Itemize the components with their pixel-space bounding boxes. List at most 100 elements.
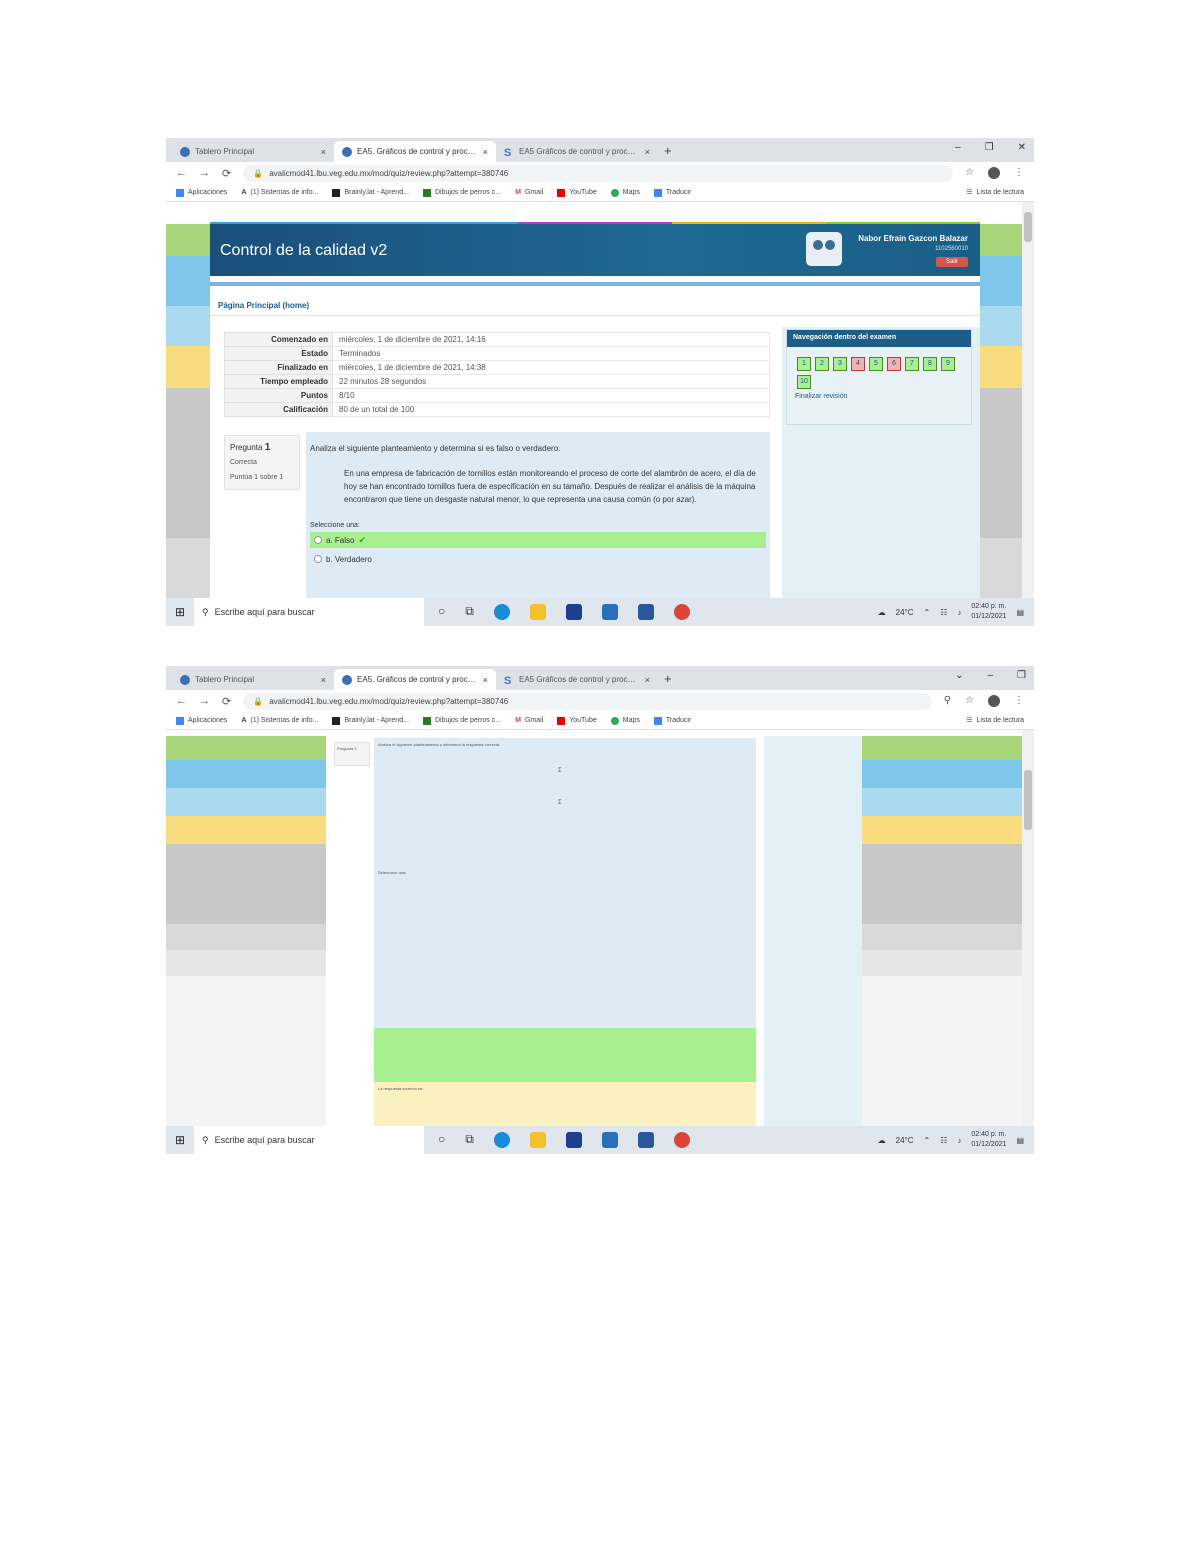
mail-icon[interactable] [601, 1132, 618, 1148]
radio-button[interactable] [314, 536, 322, 544]
network-icon[interactable]: ☷ [940, 608, 947, 617]
clock[interactable]: 02:40 p. m. 01/12/2021 [971, 602, 1006, 622]
tab-quiz-review[interactable]: EA5. Gráficos de control y proceso × [334, 669, 496, 690]
bookmark-gmail[interactable]: M Gmail [515, 717, 543, 724]
quiz-nav-button[interactable]: 3 [833, 357, 847, 371]
quiz-nav-button[interactable]: 5 [869, 357, 883, 371]
new-tab-button[interactable]: + [658, 671, 678, 690]
temperature[interactable]: 24°C [896, 608, 914, 617]
menu-icon[interactable]: ⋮ [1014, 695, 1024, 707]
zoom-icon[interactable]: ⚲ [944, 695, 951, 707]
edge-icon[interactable] [493, 604, 510, 620]
quiz-nav-button[interactable]: 6 [887, 357, 901, 371]
task-view-icon[interactable]: ⧉ [465, 604, 474, 620]
bookmark-translate[interactable]: Traducir [653, 188, 691, 197]
notifications-icon[interactable]: ▤ [1016, 608, 1024, 617]
bookmark-apps[interactable]: Aplicaciones [176, 716, 227, 725]
minimize-icon[interactable]: – [955, 142, 961, 153]
reading-list[interactable]: ☰ Lista de lectura [966, 716, 1024, 725]
quiz-nav-button[interactable]: 9 [941, 357, 955, 371]
quiz-nav-button[interactable]: 4 [851, 357, 865, 371]
close-icon[interactable]: × [645, 147, 650, 157]
taskbar-search[interactable]: ⚲ Escribe aquí para buscar [194, 598, 424, 626]
tab-dashboard[interactable]: Tablero Principal × [172, 141, 334, 162]
notifications-icon[interactable]: ▤ [1016, 1136, 1024, 1145]
close-icon[interactable]: × [321, 675, 326, 685]
volume-icon[interactable]: ♪ [957, 1136, 961, 1145]
weather-icon[interactable]: ☁ [878, 608, 886, 617]
weather-icon[interactable]: ☁ [878, 1136, 886, 1145]
bookmark-dibujos[interactable]: Dibujos de perros c... [422, 716, 501, 725]
file-explorer-icon[interactable] [529, 604, 546, 620]
menu-icon[interactable]: ⋮ [1014, 167, 1024, 179]
bookmark-gmail[interactable]: M Gmail [515, 189, 543, 196]
edge-icon[interactable] [493, 1132, 510, 1148]
page-scrollbar[interactable] [1022, 202, 1034, 598]
finish-review-link[interactable]: Finalizar revisión [787, 389, 971, 404]
scrollbar-thumb[interactable] [1024, 770, 1032, 830]
task-view-icon[interactable]: ⧉ [465, 1132, 474, 1148]
scrollbar-thumb[interactable] [1024, 212, 1032, 242]
quiz-nav-button[interactable]: 2 [815, 357, 829, 371]
logout-button[interactable]: Salir [936, 257, 968, 267]
bookmark-maps[interactable]: Maps [610, 188, 640, 197]
reading-list[interactable]: ☰ Lista de lectura [966, 188, 1024, 197]
bookmark-brainly[interactable]: Brainly.lat - Aprend... [332, 716, 409, 725]
tab-studocu[interactable]: S EA5 Gráficos de control y proceso × [496, 669, 658, 690]
tab-studocu[interactable]: S EA5 Gráficos de control y proceso × [496, 141, 658, 162]
volume-icon[interactable]: ♪ [957, 608, 961, 617]
bookmark-sistemas[interactable]: A (1) Sistemas de info... [241, 717, 318, 724]
close-icon[interactable]: × [321, 147, 326, 157]
quiz-nav-button[interactable]: 10 [797, 375, 811, 389]
back-icon[interactable]: ← [176, 695, 187, 707]
page-scrollbar[interactable] [1022, 730, 1034, 1126]
store-icon[interactable] [565, 1132, 582, 1148]
bookmark-brainly[interactable]: Brainly.lat - Aprend... [332, 188, 409, 197]
url-field[interactable]: 🔒 avalicmod41.lbu.veg.edu.mx/mod/quiz/re… [243, 692, 932, 710]
answer-option-a[interactable]: a. Falso ✔ [310, 532, 766, 548]
tray-chevron-icon[interactable]: ⌃ [924, 1136, 931, 1145]
profile-icon[interactable] [988, 167, 1000, 179]
tab-quiz-review[interactable]: EA5. Gráficos de control y proceso × [334, 141, 496, 162]
quiz-nav-button[interactable]: 1 [797, 357, 811, 371]
profile-icon[interactable] [988, 695, 1000, 707]
bookmark-youtube[interactable]: YouTube [557, 188, 597, 197]
url-field[interactable]: 🔒 avalicmod41.lbu.veg.edu.mx/mod/quiz/re… [243, 164, 954, 182]
chrome-icon[interactable] [673, 1132, 690, 1148]
radio-button[interactable] [314, 555, 322, 563]
close-window-icon[interactable]: ✕ [1018, 142, 1026, 153]
site-title[interactable]: Control de la calidad v2 [220, 242, 387, 260]
bookmark-dibujos[interactable]: Dibujos de perros c... [422, 188, 501, 197]
close-icon[interactable]: × [645, 675, 650, 685]
star-icon[interactable]: ☆ [965, 167, 974, 179]
star-icon[interactable]: ☆ [965, 695, 974, 707]
new-tab-button[interactable]: + [658, 143, 678, 162]
clock[interactable]: 02:40 p. m. 01/12/2021 [971, 1130, 1006, 1150]
temperature[interactable]: 24°C [896, 1136, 914, 1145]
bookmark-sistemas[interactable]: A (1) Sistemas de info... [241, 189, 318, 196]
word-icon[interactable] [637, 1132, 654, 1148]
windows-start-icon[interactable]: ⊞ [166, 598, 194, 626]
chrome-icon[interactable] [673, 604, 690, 620]
chevron-down-icon[interactable]: ⌄ [955, 670, 963, 681]
reload-icon[interactable]: ⟳ [222, 695, 231, 708]
store-icon[interactable] [565, 604, 582, 620]
close-icon[interactable]: × [483, 147, 488, 157]
bookmark-apps[interactable]: Aplicaciones [176, 188, 227, 197]
quiz-nav-button[interactable]: 8 [923, 357, 937, 371]
user-name[interactable]: Nabor Efrain Gazcon Balazar [836, 234, 968, 243]
file-explorer-icon[interactable] [529, 1132, 546, 1148]
forward-icon[interactable]: → [199, 167, 210, 179]
back-icon[interactable]: ← [176, 167, 187, 179]
breadcrumb[interactable]: Página Principal (home) [218, 301, 309, 310]
taskbar-search[interactable]: ⚲ Escribe aquí para buscar [194, 1126, 424, 1154]
network-icon[interactable]: ☷ [940, 1136, 947, 1145]
bookmark-maps[interactable]: Maps [610, 716, 640, 725]
bookmark-youtube[interactable]: YouTube [557, 716, 597, 725]
cortana-icon[interactable]: ○ [438, 1132, 445, 1148]
tray-chevron-icon[interactable]: ⌃ [924, 608, 931, 617]
tab-dashboard[interactable]: Tablero Principal × [172, 669, 334, 690]
restore-icon[interactable]: ❐ [985, 142, 994, 153]
answer-option-b[interactable]: b. Verdadero [310, 551, 766, 567]
forward-icon[interactable]: → [199, 695, 210, 707]
